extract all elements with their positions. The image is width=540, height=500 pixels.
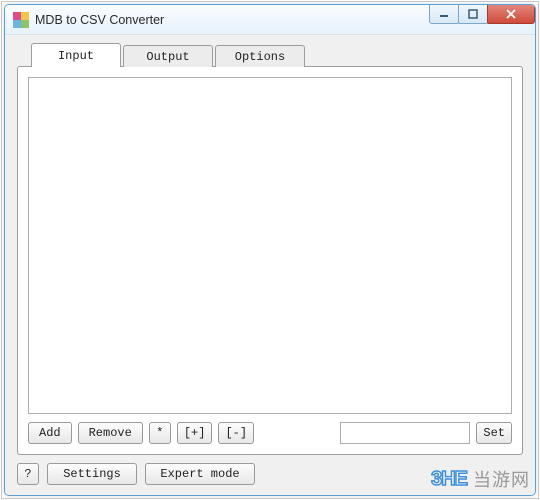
expert-mode-button[interactable]: Expert mode	[145, 463, 255, 485]
app-icon	[13, 12, 29, 28]
titlebar[interactable]: MDB to CSV Converter	[5, 5, 535, 35]
star-button[interactable]: *	[149, 422, 171, 444]
tabstrip: Input Output Options	[31, 45, 523, 67]
filter-input[interactable]	[340, 422, 470, 444]
close-button[interactable]	[487, 4, 535, 24]
maximize-icon	[468, 9, 478, 19]
collapse-button[interactable]: [-]	[218, 422, 254, 444]
app-window: MDB to CSV Converter Input Output Option…	[4, 4, 536, 496]
minimize-icon	[439, 9, 449, 19]
maximize-button[interactable]	[458, 4, 488, 24]
help-button[interactable]: ?	[17, 463, 39, 485]
bottom-bar: ? Settings Expert mode	[17, 463, 523, 485]
file-toolbar: Add Remove * [+] [-] Set	[28, 422, 512, 444]
tab-host: Input Output Options Add Remove * [+] [-…	[17, 45, 523, 455]
tab-options[interactable]: Options	[215, 45, 305, 67]
window-controls	[430, 4, 535, 24]
settings-button[interactable]: Settings	[47, 463, 137, 485]
add-button[interactable]: Add	[28, 422, 72, 444]
window-title: MDB to CSV Converter	[35, 13, 164, 27]
tab-input[interactable]: Input	[31, 43, 121, 67]
file-listbox[interactable]	[28, 77, 512, 414]
close-icon	[505, 9, 517, 19]
minimize-button[interactable]	[429, 4, 459, 24]
expand-button[interactable]: [+]	[177, 422, 213, 444]
tab-output[interactable]: Output	[123, 45, 213, 67]
remove-button[interactable]: Remove	[78, 422, 143, 444]
tab-page-input: Add Remove * [+] [-] Set	[17, 66, 523, 455]
set-button[interactable]: Set	[476, 422, 512, 444]
client-area: Input Output Options Add Remove * [+] [-…	[5, 35, 535, 495]
